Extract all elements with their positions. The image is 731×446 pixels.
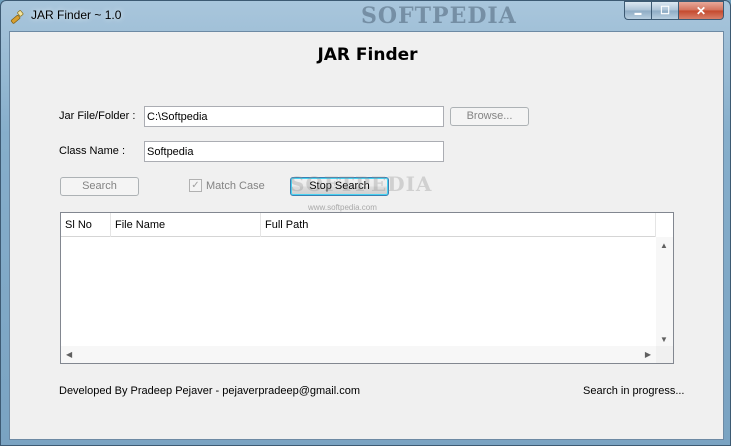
search-button[interactable]: Search — [60, 177, 139, 196]
checkmark-icon: ✓ — [189, 179, 202, 192]
scroll-up-icon[interactable]: ▲ — [660, 241, 668, 250]
maximize-button[interactable]: ☐ — [651, 1, 678, 20]
column-header-full-path[interactable]: Full Path — [261, 213, 656, 237]
close-button[interactable]: ✕ — [678, 1, 724, 20]
title-watermark: SOFTPEDIA — [361, 3, 517, 29]
app-window: JAR Finder ~ 1.0 SOFTPEDIA ▬ ☐ ✕ JAR Fin… — [0, 0, 731, 446]
jar-folder-label: Jar File/Folder : — [59, 110, 136, 122]
horizontal-scrollbar[interactable]: ◀ ▶ — [61, 346, 656, 363]
match-case-label: Match Case — [206, 179, 265, 192]
maximize-icon: ☐ — [660, 5, 670, 17]
title-bar[interactable]: JAR Finder ~ 1.0 SOFTPEDIA ▬ ☐ ✕ — [1, 1, 731, 31]
window-title: JAR Finder ~ 1.0 — [31, 8, 122, 22]
jar-folder-input[interactable] — [144, 106, 444, 127]
softpedia-watermark: SOFTPEDIA — [290, 172, 433, 196]
class-name-label: Class Name : — [59, 145, 126, 157]
scroll-left-icon[interactable]: ◀ — [66, 350, 72, 359]
class-name-input[interactable] — [144, 141, 444, 162]
caption-buttons: ▬ ☐ ✕ — [624, 1, 724, 20]
close-icon: ✕ — [695, 3, 707, 18]
jar-finder-app-icon — [10, 10, 24, 24]
match-case-checkbox[interactable]: ✓ Match Case — [189, 179, 265, 192]
scroll-right-icon[interactable]: ▶ — [645, 350, 651, 359]
vertical-scrollbar[interactable]: ▲ ▼ — [656, 237, 673, 348]
page-title: JAR Finder — [317, 45, 418, 65]
status-text: Search in progress... — [583, 385, 685, 397]
minimize-icon: ▬ — [634, 10, 642, 17]
softpedia-url-watermark: www.softpedia.com — [308, 203, 377, 212]
scrollbar-corner — [656, 346, 673, 363]
column-header-file-name[interactable]: File Name — [111, 213, 261, 237]
column-header-sl-no[interactable]: Sl No — [61, 213, 111, 237]
results-header: Sl No File Name Full Path — [61, 213, 656, 237]
client-area: JAR Finder Jar File/Folder : Browse... C… — [9, 31, 724, 440]
scroll-down-icon[interactable]: ▼ — [660, 335, 668, 344]
results-list[interactable]: Sl No File Name Full Path ▲ ▼ ◀ ▶ — [60, 212, 674, 364]
browse-button[interactable]: Browse... — [450, 107, 529, 126]
minimize-button[interactable]: ▬ — [624, 1, 651, 20]
developer-credit: Developed By Pradeep Pejaver - pejaverpr… — [59, 385, 360, 397]
